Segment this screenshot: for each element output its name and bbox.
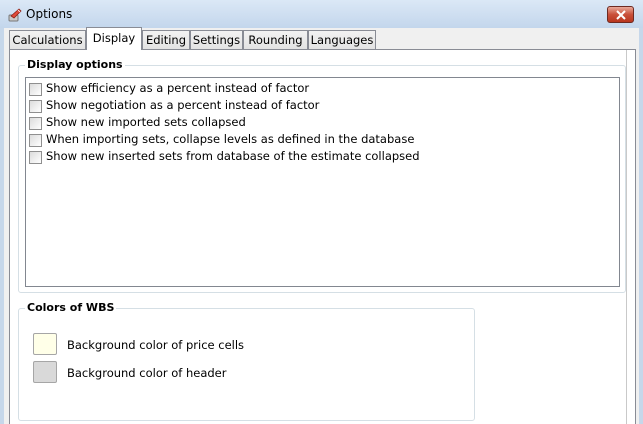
header-color-label: Background color of header [67, 366, 227, 380]
tab-rounding[interactable]: Rounding [243, 30, 308, 49]
options-window: Options Calculations Display Editing Set… [0, 0, 643, 424]
option-label: Show new inserted sets from database of … [46, 149, 420, 163]
tab-settings[interactable]: Settings [190, 30, 243, 49]
checkbox[interactable] [29, 100, 42, 113]
close-button[interactable] [607, 6, 634, 23]
tab-display[interactable]: Display [86, 27, 142, 50]
price-cells-color-swatch[interactable] [33, 333, 57, 355]
title-bar[interactable]: Options [0, 0, 643, 28]
price-cells-color-label: Background color of price cells [67, 338, 245, 352]
tab-editing[interactable]: Editing [142, 30, 190, 49]
checkbox[interactable] [29, 134, 42, 147]
panel-divider [626, 50, 627, 424]
header-color-swatch[interactable] [33, 361, 57, 383]
option-label: Show negotiation as a percent instead of… [46, 98, 320, 112]
colors-of-wbs-group [18, 308, 475, 421]
window-title: Options [26, 7, 73, 21]
close-icon [616, 10, 626, 20]
checkbox[interactable] [29, 151, 42, 164]
option-label: Show efficiency as a percent instead of … [46, 81, 310, 95]
checkbox[interactable] [29, 117, 42, 130]
display-options-list[interactable]: Show efficiency as a percent instead of … [25, 77, 620, 287]
tab-languages[interactable]: Languages [308, 30, 376, 49]
display-options-title: Display options [25, 58, 125, 71]
option-label: Show new imported sets collapsed [46, 115, 246, 129]
option-label: When importing sets, collapse levels as … [46, 132, 415, 146]
options-icon [7, 7, 23, 23]
checkbox[interactable] [29, 83, 42, 96]
window-frame-right [639, 28, 643, 424]
colors-of-wbs-title: Colors of WBS [25, 301, 117, 314]
tab-calculations[interactable]: Calculations [9, 30, 86, 49]
